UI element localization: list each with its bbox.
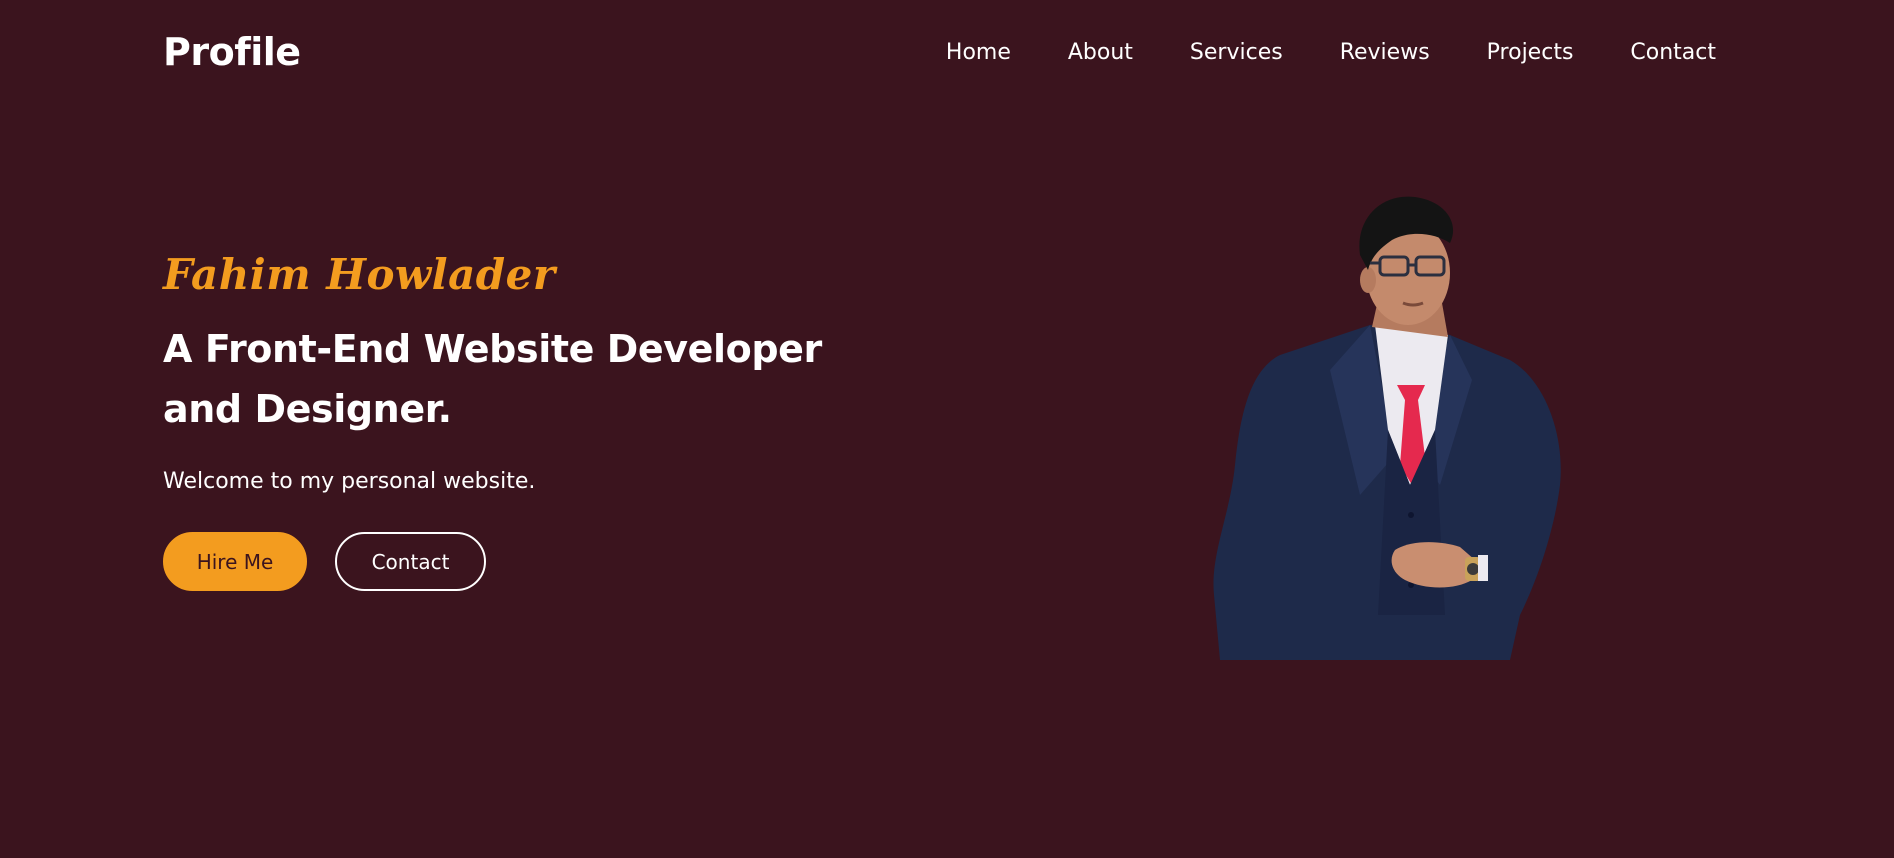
profile-photo	[1210, 195, 1580, 660]
site-header: Profile Home About Services Reviews Proj…	[163, 22, 1716, 82]
contact-button[interactable]: Contact	[335, 532, 486, 591]
nav-projects[interactable]: Projects	[1487, 40, 1574, 65]
profile-photo-illustration	[1213, 196, 1561, 660]
main-nav: Home About Services Reviews Projects Con…	[946, 40, 1716, 65]
hire-me-button[interactable]: Hire Me	[163, 532, 307, 591]
nav-services[interactable]: Services	[1190, 40, 1283, 65]
hero-name: Fahim Howlader	[163, 250, 556, 299]
hero-title: A Front-End Website Developer and Design…	[163, 327, 822, 431]
hero-subtitle: Welcome to my personal website.	[163, 469, 536, 494]
site-logo[interactable]: Profile	[163, 30, 301, 74]
nav-contact[interactable]: Contact	[1630, 40, 1716, 65]
page: Profile Home About Services Reviews Proj…	[0, 0, 1894, 858]
hero-section: Fahim Howlader A Front-End Website Devel…	[163, 245, 863, 591]
hero-buttons: Hire Me Contact	[163, 532, 863, 591]
nav-home[interactable]: Home	[946, 40, 1011, 65]
nav-reviews[interactable]: Reviews	[1340, 40, 1430, 65]
nav-about[interactable]: About	[1068, 40, 1133, 65]
